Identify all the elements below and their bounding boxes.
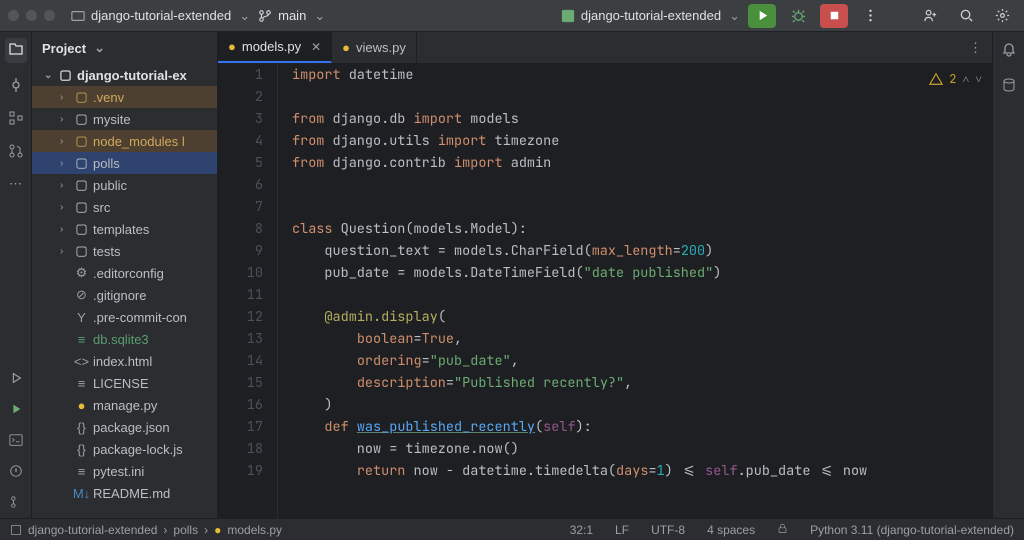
notifications-button[interactable] [1001, 42, 1017, 61]
editor-tabs: ●models.py✕●views.py ⋮ [218, 32, 992, 64]
tree-item[interactable]: ›▢.venv [32, 86, 217, 108]
tree-item[interactable]: ›▢tests [32, 240, 217, 262]
codewithme-button[interactable] [916, 4, 944, 28]
tree-item[interactable]: ●manage.py [32, 394, 217, 416]
django-config-icon [561, 9, 575, 23]
tree-item[interactable]: {}package-lock.js [32, 438, 217, 460]
tree-root[interactable]: ⌄▢django-tutorial-ex [32, 64, 217, 86]
titlebar: django-tutorial-extended ⌄ main ⌄ django… [0, 0, 1024, 32]
pull-requests-button[interactable] [8, 143, 24, 162]
editor-code[interactable]: import datetime from django.db import mo… [278, 64, 992, 518]
branch-name: main [278, 8, 306, 23]
indent-config[interactable]: 4 spaces [707, 523, 755, 537]
tree-item[interactable]: M↓README.md [32, 482, 217, 504]
tree-item[interactable]: ›▢templates [32, 218, 217, 240]
project-panel: Project ⌄ ⌄▢django-tutorial-ex›▢.venv›▢m… [32, 32, 218, 518]
tree-item[interactable]: ›▢polls [32, 152, 217, 174]
tree-item[interactable]: <>index.html [32, 350, 217, 372]
structure-tool-button[interactable] [8, 110, 24, 129]
commit-tool-button[interactable] [8, 77, 24, 96]
tree-item[interactable]: ›▢src [32, 196, 217, 218]
search-icon [959, 8, 974, 23]
breadcrumb[interactable]: django-tutorial-extended › polls › ● mod… [10, 523, 282, 537]
tabs-more-button[interactable]: ⋮ [959, 32, 992, 63]
stop-button[interactable] [820, 4, 848, 28]
warning-icon [929, 72, 943, 86]
person-plus-icon [923, 8, 938, 23]
run-config-selector[interactable]: django-tutorial-extended ⌄ [561, 8, 740, 24]
branch-icon [258, 9, 272, 23]
more-tools-button[interactable]: ⋯ [9, 176, 22, 192]
tree-item[interactable]: ›▢node_modules l [32, 130, 217, 152]
chevron-down-icon: ⌄ [94, 40, 105, 56]
search-button[interactable] [952, 4, 980, 28]
bug-icon [791, 8, 806, 23]
project-panel-header[interactable]: Project ⌄ [32, 32, 217, 64]
tree-item[interactable]: ≡LICENSE [32, 372, 217, 394]
editor-tab[interactable]: ●models.py✕ [218, 32, 332, 63]
play-icon [755, 8, 770, 23]
tree-item[interactable]: ≡pytest.ini [32, 460, 217, 482]
next-highlight-button[interactable]: ˅ [975, 68, 982, 90]
tree-item[interactable]: ⊘.gitignore [32, 284, 217, 306]
tree-item[interactable]: {}package.json [32, 416, 217, 438]
line-separator[interactable]: LF [615, 523, 629, 537]
close-tab-button[interactable]: ✕ [311, 40, 321, 54]
tree-item[interactable]: ›▢public [32, 174, 217, 196]
editor-tab[interactable]: ●views.py [332, 32, 417, 63]
tree-item[interactable]: Y.pre-commit-con [32, 306, 217, 328]
warning-count: 2 [949, 68, 956, 90]
run-button[interactable] [748, 4, 776, 28]
project-selector[interactable]: django-tutorial-extended ⌄ [71, 8, 250, 24]
readonly-toggle[interactable] [777, 523, 788, 537]
chevron-down-icon: ⌄ [239, 8, 250, 24]
services-tool-button[interactable] [9, 371, 23, 388]
tree-item[interactable]: ≡db.sqlite3 [32, 328, 217, 350]
branch-selector[interactable]: main ⌄ [258, 8, 325, 24]
project-panel-title: Project [42, 41, 86, 56]
editor[interactable]: 2 ˄ ˅ 12345678910111213141516171819 impo… [218, 64, 992, 518]
left-tool-rail: ⋯ [0, 32, 32, 518]
run-config-name: django-tutorial-extended [581, 8, 721, 23]
terminal-tool-button[interactable] [9, 433, 23, 450]
prev-highlight-button[interactable]: ˄ [962, 68, 969, 90]
lock-icon [777, 523, 788, 534]
right-tool-rail [992, 32, 1024, 518]
inspections-widget[interactable]: 2 ˄ ˅ [929, 68, 982, 90]
file-encoding[interactable]: UTF-8 [651, 523, 685, 537]
run-tool-button[interactable] [9, 402, 23, 419]
problems-tool-button[interactable] [9, 464, 23, 481]
more-actions-button[interactable] [856, 4, 884, 28]
tree-item[interactable]: ⚙.editorconfig [32, 262, 217, 284]
status-bar: django-tutorial-extended › polls › ● mod… [0, 518, 1024, 540]
debug-button[interactable] [784, 4, 812, 28]
python-icon: ● [228, 39, 236, 54]
stop-icon [827, 8, 842, 23]
tree-item[interactable]: ›▢mysite [32, 108, 217, 130]
caret-position[interactable]: 32:1 [570, 523, 593, 537]
project-name: django-tutorial-extended [91, 8, 231, 23]
kebab-icon [863, 8, 878, 23]
project-tool-button[interactable] [5, 38, 27, 63]
window-controls[interactable] [8, 10, 55, 21]
module-icon [10, 524, 22, 536]
vcs-tool-button[interactable] [9, 495, 23, 512]
project-tree[interactable]: ⌄▢django-tutorial-ex›▢.venv›▢mysite›▢nod… [32, 64, 217, 518]
settings-button[interactable] [988, 4, 1016, 28]
chevron-down-icon: ⌄ [314, 8, 325, 24]
editor-gutter[interactable]: 12345678910111213141516171819 [218, 64, 278, 518]
project-icon [71, 9, 85, 23]
database-tool-button[interactable] [1001, 77, 1017, 96]
gear-icon [995, 8, 1010, 23]
chevron-down-icon: ⌄ [729, 8, 740, 24]
python-interpreter[interactable]: Python 3.11 (django-tutorial-extended) [810, 523, 1014, 537]
python-icon: ● [342, 40, 350, 55]
python-icon: ● [214, 523, 221, 537]
